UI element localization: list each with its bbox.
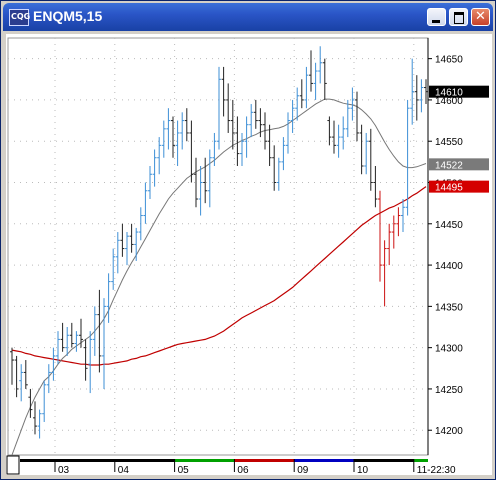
price-chart[interactable]: 1465014600145501450014450144001435014300… (6, 34, 492, 475)
date-band (174, 459, 235, 462)
plot-frame (7, 37, 429, 456)
date-band (413, 459, 428, 462)
close-icon: ✕ (475, 9, 486, 24)
price-tick-label: 14250 (435, 385, 463, 396)
close-button[interactable]: ✕ (471, 8, 490, 26)
date-label: 03 (58, 465, 70, 475)
window-title: ENQM5,15 (33, 8, 103, 24)
app-logo-icon: CQG (9, 9, 31, 26)
date-label: 09 (297, 465, 309, 475)
minimize-icon (432, 20, 440, 23)
maximize-button[interactable] (449, 8, 468, 26)
date-band (114, 459, 175, 462)
date-label: 04 (118, 465, 130, 475)
date-label: 11-22:30 (417, 465, 456, 475)
price-tick-label: 14400 (435, 261, 463, 272)
date-label: 05 (178, 465, 190, 475)
price-tick-label: 14350 (435, 302, 463, 313)
date-label: 06 (237, 465, 249, 475)
date-band (20, 459, 55, 462)
date-band (354, 459, 414, 462)
price-tick-label: 14450 (435, 220, 463, 231)
price-tag-label: 14522 (435, 160, 463, 171)
chart-window: CQG ENQM5,15 ✕ 1465014600145501450014450… (0, 0, 496, 480)
price-tick-label: 14300 (435, 344, 463, 355)
price-tick-label: 14550 (435, 137, 463, 148)
date-label: 10 (357, 465, 369, 475)
app-logo-text: CQG (11, 12, 31, 21)
price-tag-label: 14495 (435, 183, 463, 194)
chart-area[interactable]: 1465014600145501450014450144001435014300… (6, 34, 492, 475)
scroll-box (6, 455, 20, 475)
date-band (234, 459, 295, 462)
maximize-icon (454, 12, 464, 24)
price-tick-label: 14650 (435, 55, 463, 66)
price-tag-label: 14610 (435, 88, 463, 99)
date-band (294, 459, 354, 462)
minimize-button[interactable] (427, 8, 446, 26)
price-tick-label: 14200 (435, 426, 463, 437)
title-bar[interactable]: CQG ENQM5,15 ✕ (3, 3, 493, 31)
